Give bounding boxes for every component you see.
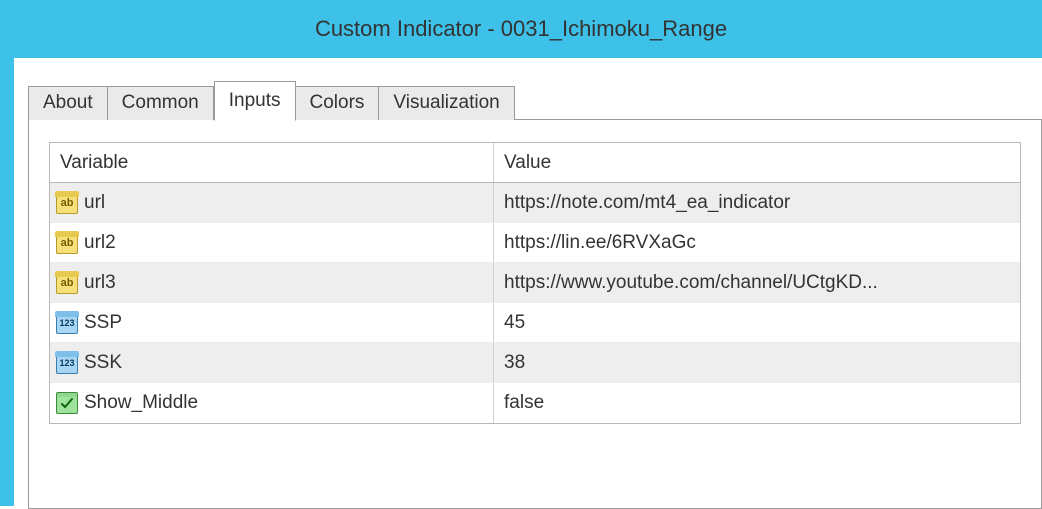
value-cell[interactable]: https://note.com/mt4_ea_indicator [494,192,1020,214]
boolean-type-icon [56,392,78,414]
variable-cell: url2 [50,223,494,262]
column-header-value[interactable]: Value [494,152,1020,174]
variable-name: url [84,192,105,214]
string-type-icon [56,192,78,214]
variable-name: SSP [84,312,122,334]
table-row[interactable]: url2 https://lin.ee/6RVXaGc [50,223,1020,263]
tab-inputs[interactable]: Inputs [214,81,296,121]
value-cell[interactable]: false [494,392,1020,414]
tab-strip: About Common Inputs Colors Visualization [28,80,1042,119]
variable-cell: url [50,183,494,222]
string-type-icon [56,232,78,254]
value-cell[interactable]: https://www.youtube.com/channel/UCtgKD..… [494,272,1020,294]
variable-cell: Show_Middle [50,383,494,423]
grid-body: url https://note.com/mt4_ea_indicator ur… [50,183,1020,423]
variable-name: url3 [84,272,116,294]
variable-name: url2 [84,232,116,254]
integer-type-icon [56,352,78,374]
table-row[interactable]: SSK 38 [50,343,1020,383]
variable-name: Show_Middle [84,392,198,414]
table-row[interactable]: Show_Middle false [50,383,1020,423]
tab-common[interactable]: Common [108,86,214,120]
variable-cell: SSK [50,343,494,382]
string-type-icon [56,272,78,294]
table-row[interactable]: url3 https://www.youtube.com/channel/UCt… [50,263,1020,303]
tab-colors[interactable]: Colors [296,86,380,120]
column-header-variable[interactable]: Variable [50,143,494,182]
window-titlebar: Custom Indicator - 0031_Ichimoku_Range [0,0,1042,58]
table-row[interactable]: url https://note.com/mt4_ea_indicator [50,183,1020,223]
value-cell[interactable]: https://lin.ee/6RVXaGc [494,232,1020,254]
integer-type-icon [56,312,78,334]
tab-visualization[interactable]: Visualization [379,86,514,120]
value-cell[interactable]: 45 [494,312,1020,334]
inputs-panel: Variable Value url https://note.com/mt4_… [28,119,1042,509]
tab-about[interactable]: About [28,86,108,120]
variable-cell: SSP [50,303,494,342]
variable-name: SSK [84,352,122,374]
client-area: About Common Inputs Colors Visualization… [0,58,1042,506]
grid-header-row: Variable Value [50,143,1020,183]
value-cell[interactable]: 38 [494,352,1020,374]
window-title: Custom Indicator - 0031_Ichimoku_Range [315,16,727,42]
inputs-grid[interactable]: Variable Value url https://note.com/mt4_… [49,142,1021,424]
table-row[interactable]: SSP 45 [50,303,1020,343]
variable-cell: url3 [50,263,494,302]
